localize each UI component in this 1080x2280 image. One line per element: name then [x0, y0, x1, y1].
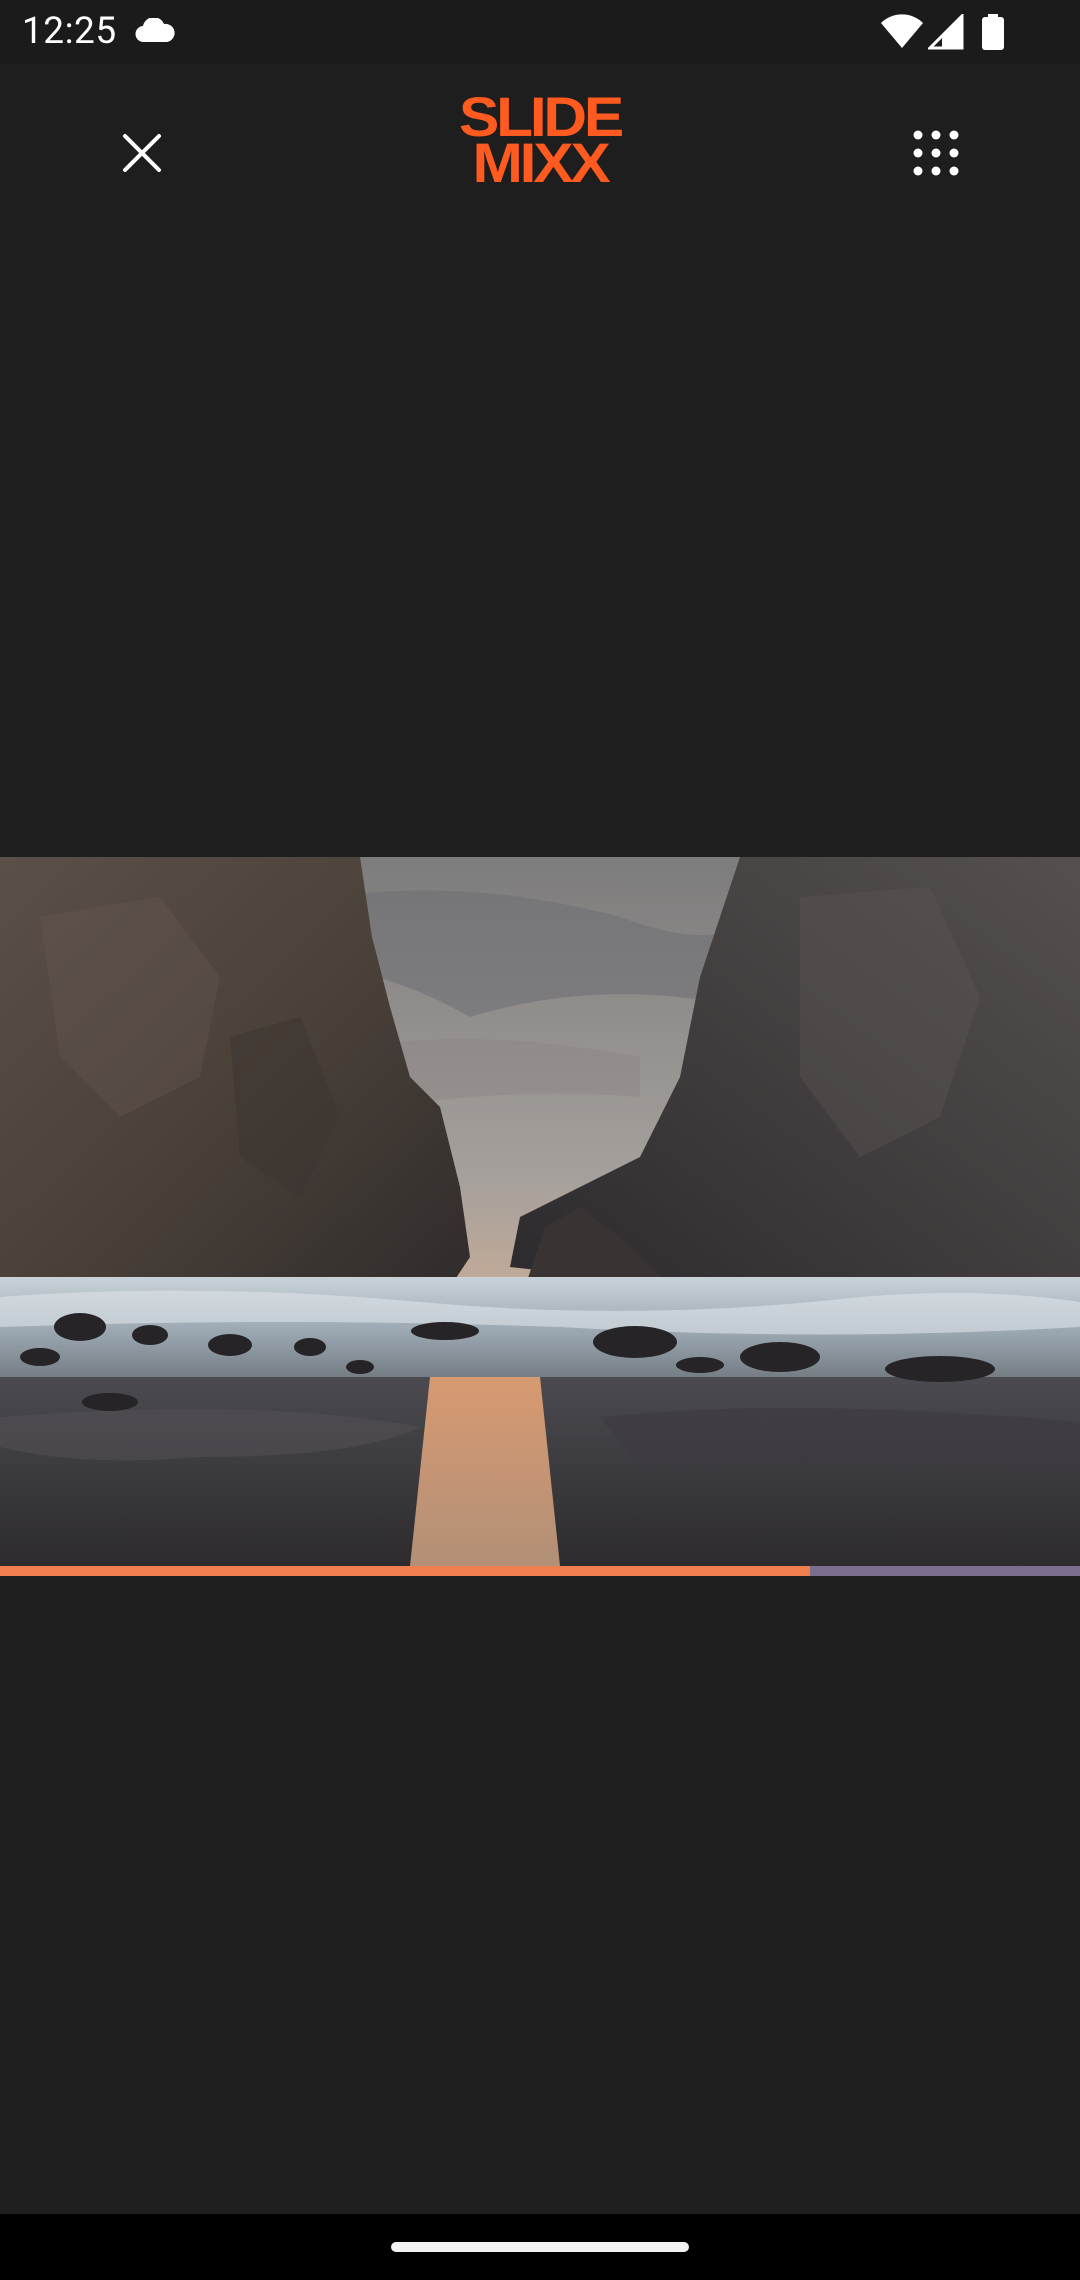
home-gesture-handle[interactable]	[391, 2242, 689, 2252]
grid-menu-icon	[912, 129, 960, 181]
cloud-icon	[134, 17, 176, 48]
video-preview[interactable]	[0, 857, 1080, 1566]
app-bar: SLIDE MIXX	[0, 64, 1080, 224]
wifi-icon	[880, 14, 924, 54]
close-button[interactable]	[102, 115, 182, 195]
playback-progress-fill	[0, 1566, 810, 1576]
close-icon	[122, 133, 162, 177]
beach-rocks-scene	[0, 857, 1080, 1566]
slidemixx-logo: SLIDE MIXX	[430, 89, 650, 194]
logo-line-2: MIXX	[472, 131, 611, 194]
battery-icon	[982, 14, 1004, 54]
playback-progress-bar[interactable]	[0, 1566, 1080, 1576]
system-navigation-bar	[0, 2214, 1080, 2280]
signal-icon	[926, 12, 964, 54]
status-bar: 12:25	[0, 0, 1080, 64]
grid-menu-button[interactable]	[896, 115, 976, 195]
status-time: 12:25	[22, 10, 117, 53]
